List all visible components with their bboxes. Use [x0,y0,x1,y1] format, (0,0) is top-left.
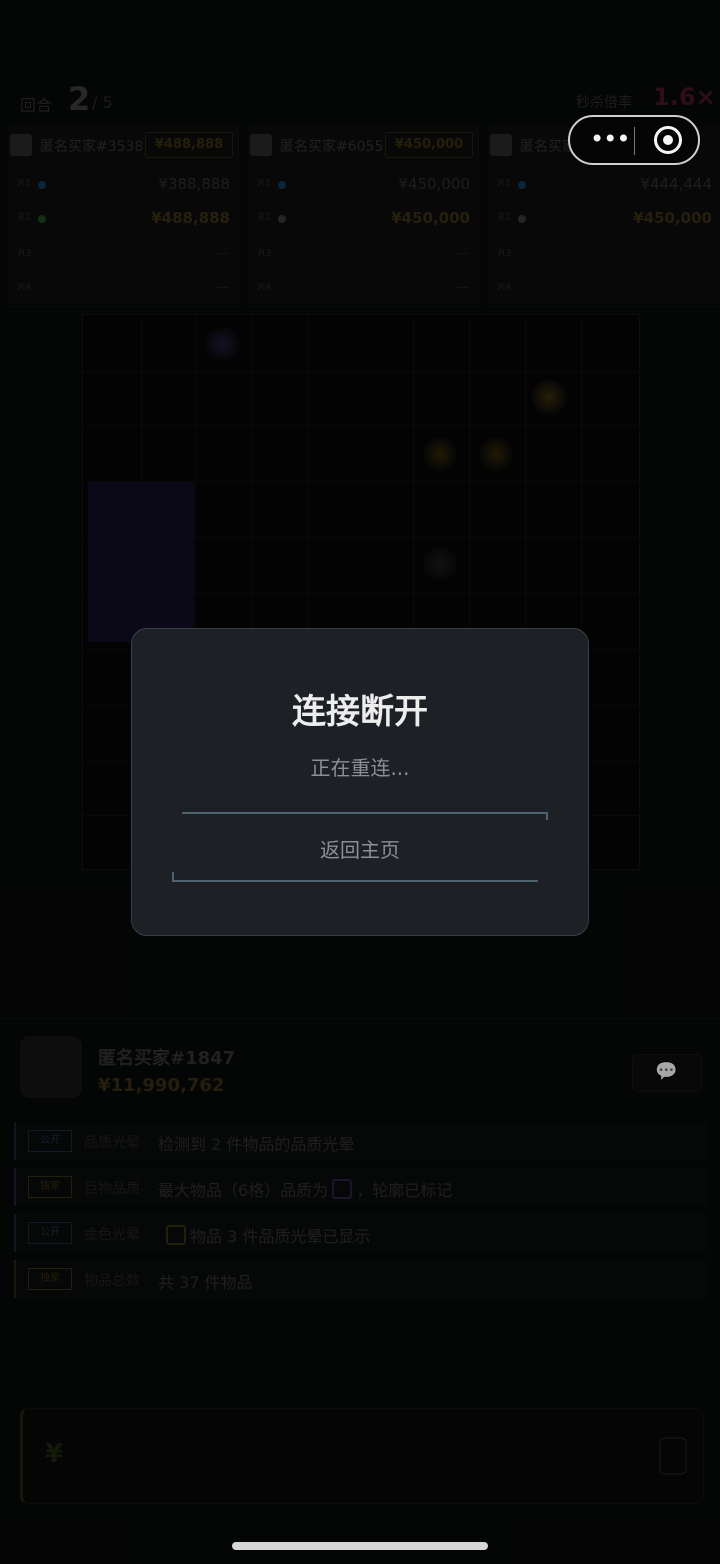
divider [182,812,548,814]
return-home-button[interactable]: 返回主页 [0,834,720,863]
capsule-menu: ••• [568,115,700,165]
home-indicator[interactable] [232,1542,488,1550]
capsule-divider [634,127,635,155]
divider [546,812,548,820]
disconnect-dialog [131,628,589,936]
target-circle-icon[interactable] [654,126,682,154]
dialog-title: 连接断开 [292,692,428,732]
divider [172,872,174,882]
more-dots-icon[interactable]: ••• [590,127,630,151]
dialog-subtitle: 正在重连... [310,756,410,780]
divider [172,880,538,882]
